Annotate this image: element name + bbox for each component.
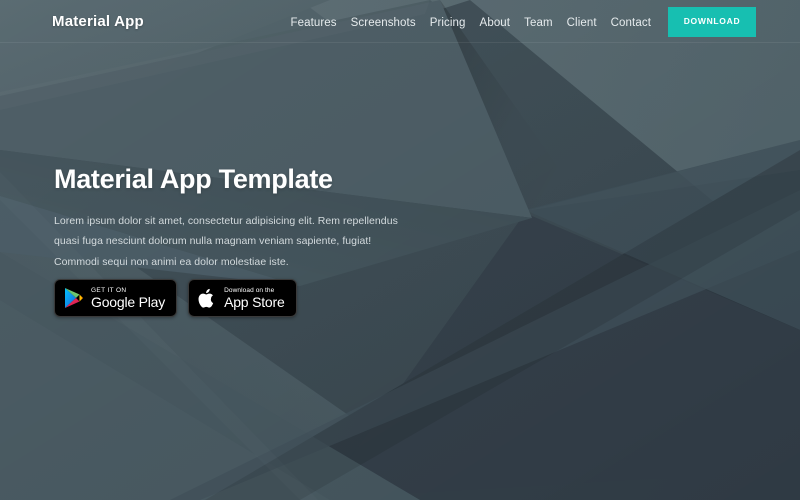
- hero-paragraph: Lorem ipsum dolor sit amet, consectetur …: [54, 214, 398, 268]
- google-play-big-label: Google Play: [91, 293, 166, 310]
- nav-item-screenshots[interactable]: Screenshots: [351, 13, 416, 31]
- nav-right-group: Features Screenshots Pricing About Team …: [290, 0, 800, 43]
- nav-item-team[interactable]: Team: [524, 13, 553, 31]
- hero-content: Material App Template Lorem ipsum dolor …: [54, 164, 454, 272]
- app-store-small-label: Download on the: [224, 286, 275, 294]
- nav-menu: Features Screenshots Pricing About Team …: [290, 13, 651, 31]
- google-play-badge[interactable]: GET IT ON Google Play: [54, 279, 178, 317]
- hero-section: Material App Features Screenshots Pricin…: [0, 0, 800, 500]
- google-play-text: GET IT ON Google Play: [91, 287, 165, 310]
- brand-logo[interactable]: Material App: [52, 13, 144, 30]
- nav-item-about[interactable]: About: [480, 13, 511, 31]
- nav-link-features[interactable]: Features: [290, 17, 336, 29]
- nav-link-screenshots[interactable]: Screenshots: [351, 17, 416, 29]
- nav-item-pricing[interactable]: Pricing: [430, 13, 466, 31]
- app-store-big-label: App Store: [224, 293, 285, 310]
- google-play-small-label: GET IT ON: [91, 286, 127, 294]
- app-store-badge[interactable]: Download on the App Store: [188, 279, 297, 317]
- app-store-text: Download on the App Store: [224, 286, 285, 310]
- apple-icon: [198, 287, 217, 310]
- nav-link-pricing[interactable]: Pricing: [430, 17, 466, 29]
- store-badges: GET IT ON Google Play Download on the Ap…: [54, 279, 297, 317]
- nav-item-client[interactable]: Client: [567, 13, 597, 31]
- nav-item-features[interactable]: Features: [290, 13, 336, 31]
- nav-link-contact[interactable]: Contact: [611, 17, 651, 29]
- nav-link-client[interactable]: Client: [567, 17, 597, 29]
- nav-item-contact[interactable]: Contact: [611, 13, 651, 31]
- navbar: Material App Features Screenshots Pricin…: [0, 0, 800, 43]
- nav-link-about[interactable]: About: [480, 17, 511, 29]
- hero-title: Material App Template: [54, 164, 333, 194]
- nav-link-team[interactable]: Team: [524, 17, 553, 29]
- google-play-icon: [64, 287, 84, 309]
- download-button[interactable]: DOWNLOAD: [668, 6, 756, 37]
